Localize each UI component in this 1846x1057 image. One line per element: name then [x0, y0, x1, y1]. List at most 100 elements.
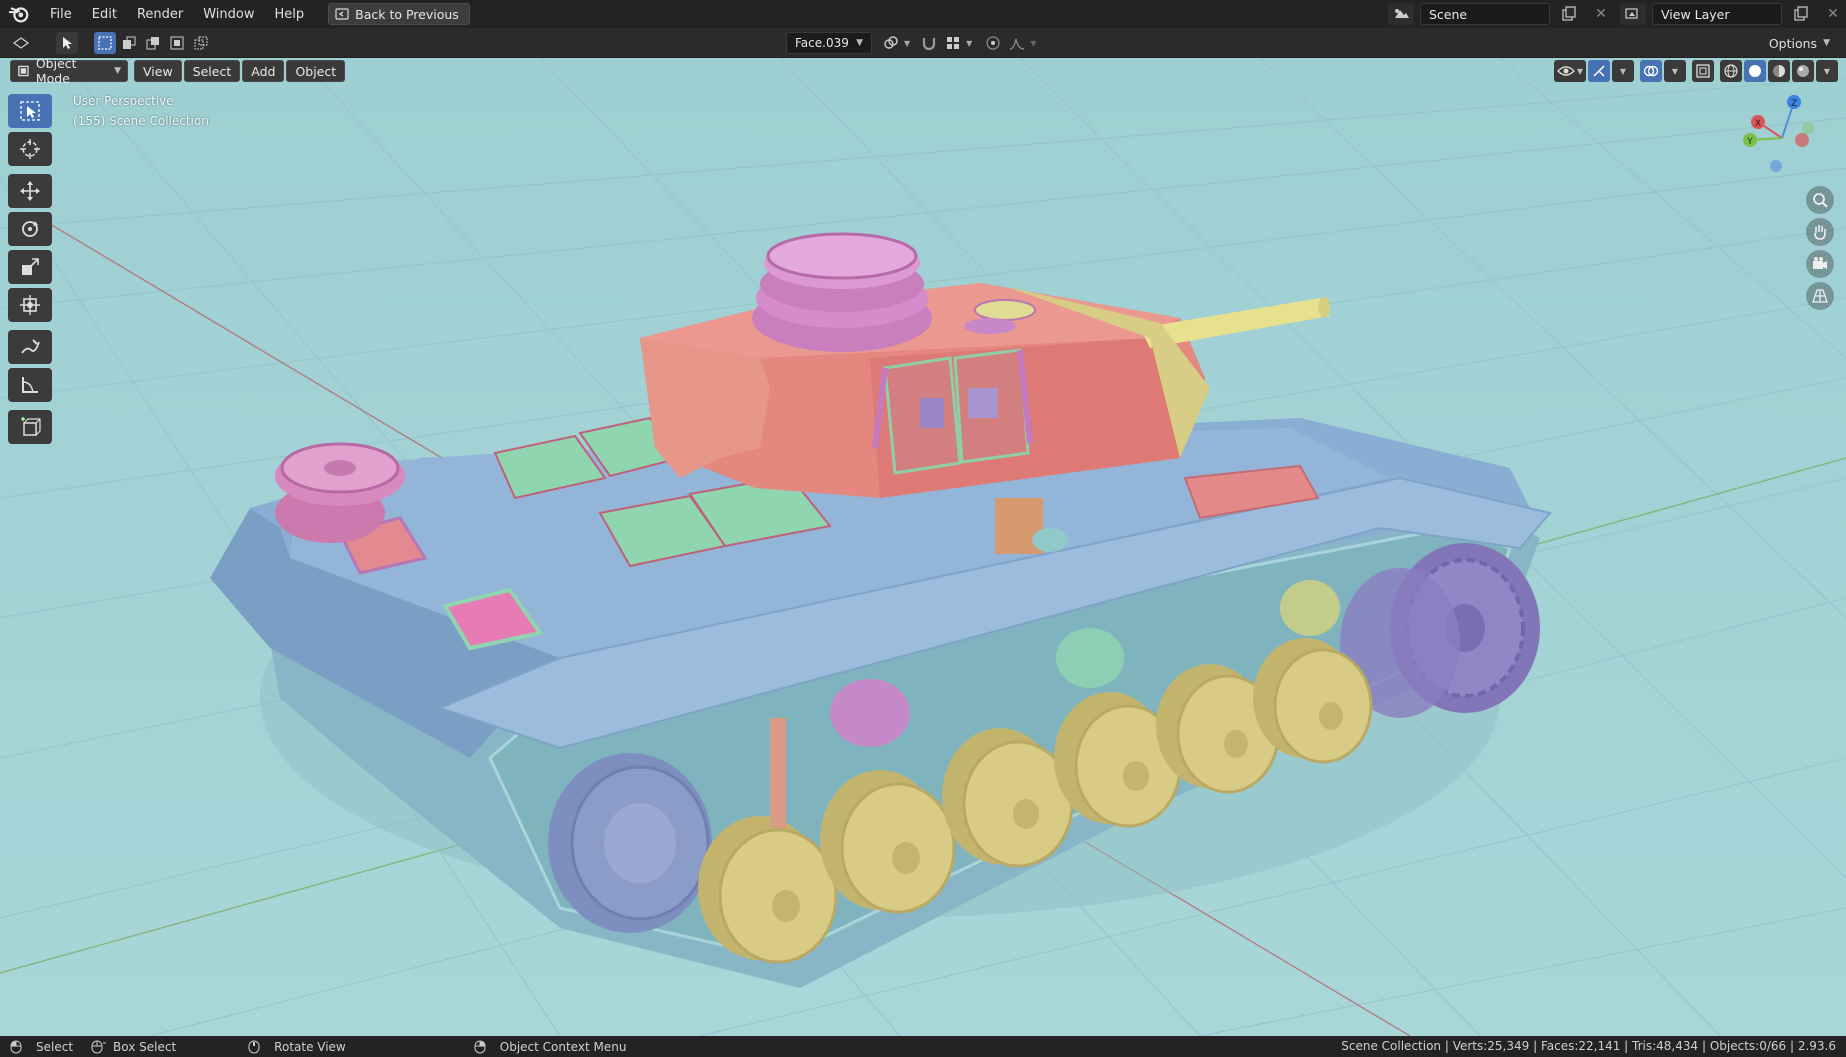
chevron-down-icon: ▼: [1576, 66, 1583, 76]
editor-type-icon: [12, 36, 30, 49]
status-context-menu-hint: Object Context Menu: [474, 1040, 626, 1054]
zoom-view-button[interactable]: [1806, 186, 1834, 214]
editor-type-group: [10, 32, 32, 54]
view-layer-selector-button[interactable]: [1620, 3, 1646, 25]
gizmo-neg-y-axis[interactable]: [1802, 122, 1814, 134]
3d-viewport[interactable]: Object Mode ▼ View Select Add Object ▼ ▼: [0, 58, 1846, 1036]
editor-type-button[interactable]: [10, 32, 32, 54]
tool-select-box[interactable]: [8, 94, 52, 128]
xray-toggle-button[interactable]: [1692, 60, 1714, 82]
chevron-down-icon: ▼: [1619, 66, 1627, 76]
scene-selector-button[interactable]: [1388, 3, 1414, 25]
chevron-down-icon: ▼: [114, 66, 121, 76]
proportional-edit-button[interactable]: [982, 32, 1004, 54]
scene-statistics: Scene Collection | Verts:25,349 | Faces:…: [1341, 1039, 1836, 1053]
new-view-layer-button[interactable]: [1788, 3, 1814, 25]
snap-target-button[interactable]: [942, 32, 964, 54]
chevron-down-icon[interactable]: ▼: [1030, 39, 1036, 48]
viewport-menu-add[interactable]: Add: [242, 60, 285, 82]
gizmo-neg-z-axis[interactable]: [1770, 160, 1782, 172]
blender-logo-icon[interactable]: [8, 3, 30, 25]
object-mode-dropdown[interactable]: Object Mode ▼: [10, 58, 128, 86]
viewport-menu-view[interactable]: View: [134, 60, 182, 82]
select-subtract-button[interactable]: [142, 32, 164, 54]
tool-transform[interactable]: [8, 288, 52, 322]
gizmo-toggle-button[interactable]: [1588, 60, 1610, 82]
tool-scale[interactable]: [8, 250, 52, 284]
scene-name-label: Scene: [1429, 6, 1468, 22]
navigation-gizmo[interactable]: Z X Y: [1736, 92, 1826, 182]
gizmo-options-button[interactable]: ▼: [1612, 60, 1634, 82]
overlays-toggle-button[interactable]: [1640, 60, 1662, 82]
tool-add-cube[interactable]: [8, 410, 52, 444]
status-select-hint: Select: [10, 1040, 73, 1054]
visibility-toggle-button[interactable]: ▼: [1553, 60, 1586, 82]
delete-scene-button[interactable]: ✕: [1588, 3, 1614, 25]
shading-wireframe-button[interactable]: [1720, 60, 1742, 82]
select-invert-button[interactable]: [166, 32, 188, 54]
shading-material-button[interactable]: [1768, 60, 1790, 82]
scene-name-field[interactable]: Scene: [1420, 3, 1550, 25]
tool-cursor[interactable]: [8, 132, 52, 166]
delete-view-layer-button[interactable]: ✕: [1820, 3, 1846, 25]
left-toolbar: [8, 94, 56, 448]
select-new-button[interactable]: [94, 31, 116, 54]
eye-icon: [1556, 66, 1575, 76]
select-new-icon: [98, 35, 112, 50]
back-to-previous-button[interactable]: Back to Previous: [328, 3, 470, 25]
wireframe-sphere-icon: [1724, 64, 1738, 78]
chevron-down-icon[interactable]: ▼: [966, 39, 972, 48]
rendered-sphere-icon: [1797, 65, 1809, 77]
status-box-select-label: Box Select: [113, 1039, 177, 1054]
menu-help[interactable]: Help: [265, 3, 315, 26]
pan-view-button[interactable]: [1806, 218, 1834, 246]
pivot-point-button[interactable]: [880, 32, 902, 54]
camera-icon: [1813, 257, 1827, 269]
view-layer-name-field[interactable]: View Layer: [1652, 3, 1782, 25]
overlays-options-button[interactable]: ▼: [1664, 60, 1686, 82]
menu-file[interactable]: File: [40, 3, 82, 26]
top-right-controls: Scene ✕ View Layer ✕: [1388, 0, 1846, 28]
viewport-scene[interactable]: [0, 58, 1846, 1036]
annotate-pencil-icon: [21, 339, 40, 354]
camera-view-button[interactable]: [1806, 250, 1834, 278]
tool-measure[interactable]: [8, 368, 52, 402]
chevron-down-icon: ▼: [1671, 66, 1679, 76]
viewport-menu-object[interactable]: Object: [286, 60, 346, 82]
gizmo-icon: [1593, 65, 1605, 77]
select-intersect-button[interactable]: [190, 32, 212, 54]
new-scene-button[interactable]: [1556, 3, 1582, 25]
transform-icon: [20, 295, 40, 315]
chevron-down-icon: ▼: [1823, 66, 1831, 76]
viewport-menu-select[interactable]: Select: [183, 60, 241, 82]
chevron-down-icon: ▼: [1823, 38, 1830, 48]
viewport-shading-controls: ▼ ▼ ▼ ▼: [1553, 60, 1838, 82]
tool-annotate[interactable]: [8, 330, 52, 364]
viewport-header: Object Mode ▼ View Select Add Object ▼ ▼: [0, 58, 1846, 86]
proportional-falloff-button[interactable]: [1006, 32, 1028, 54]
cursor-arrow-icon: [63, 36, 72, 49]
object-mode-icon: [18, 65, 29, 77]
idler-wheel[interactable]: [548, 753, 712, 933]
blender-app: File Edit Render Window Help Back to Pre…: [0, 0, 1846, 1057]
pivot-link-icon: [884, 36, 898, 49]
options-dropdown[interactable]: Options ▼: [1760, 32, 1838, 54]
tool-rotate[interactable]: [8, 212, 52, 246]
perspective-toggle-button[interactable]: [1806, 282, 1834, 310]
menu-edit[interactable]: Edit: [82, 3, 127, 26]
chevron-down-icon[interactable]: ▼: [904, 39, 910, 48]
menu-render[interactable]: Render: [127, 3, 193, 26]
shading-solid-button[interactable]: [1744, 60, 1766, 82]
menu-window[interactable]: Window: [193, 3, 264, 26]
gizmo-neg-x-axis[interactable]: [1795, 133, 1809, 147]
snap-toggle-button[interactable]: [918, 32, 940, 54]
select-extend-button[interactable]: [118, 32, 140, 54]
tool-move[interactable]: [8, 174, 52, 208]
tweak-tool-button[interactable]: [56, 31, 78, 54]
viewport-menu-view-label: View: [143, 63, 173, 79]
active-face-dropdown[interactable]: Face.039 ▼: [786, 32, 872, 54]
measure-ruler-icon: [22, 377, 38, 393]
shading-rendered-button[interactable]: [1792, 60, 1814, 82]
shading-options-button[interactable]: ▼: [1816, 60, 1838, 82]
view-layer-icon: [1625, 8, 1638, 19]
